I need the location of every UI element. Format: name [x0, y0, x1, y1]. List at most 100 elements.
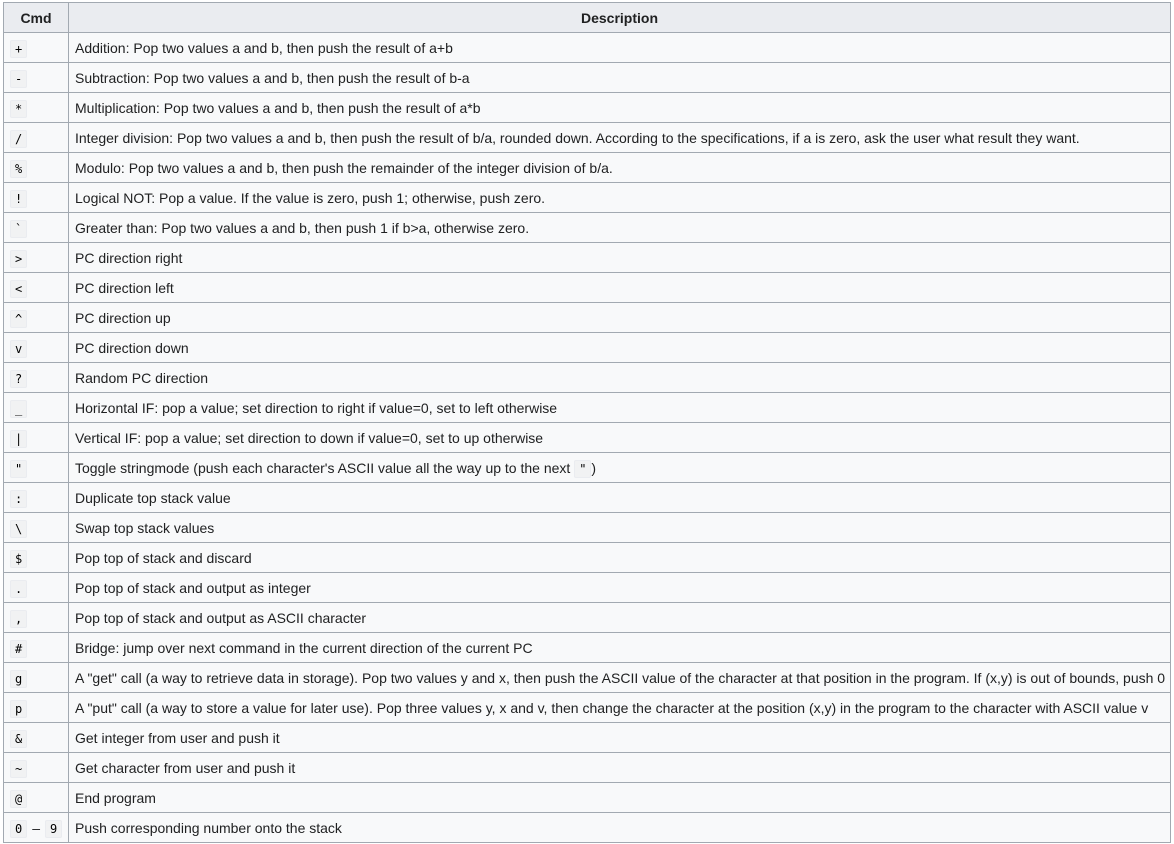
description-inline-code: "	[574, 459, 592, 478]
description-text: Random PC direction	[75, 369, 209, 386]
description-cell: Toggle stringmode (push each character's…	[68, 452, 1171, 483]
table-row: * Multiplication: Pop two values a and b,…	[3, 92, 1171, 123]
description-text: PC direction down	[75, 339, 189, 356]
cmd-cell: v	[3, 332, 69, 363]
description-text: A "put" call (a way to store a value for…	[75, 699, 1149, 716]
cmd-code: *	[10, 99, 28, 118]
description-cell: Pop top of stack and output as integer	[68, 572, 1171, 603]
description-text: Integer division: Pop two values a and b…	[75, 129, 1080, 146]
description-cell: Swap top stack values	[68, 512, 1171, 543]
table-row: ^ PC direction up	[3, 302, 1171, 333]
cmd-cell: ~	[3, 752, 69, 783]
cmd-cell: g	[3, 662, 69, 693]
cmd-code: #	[10, 639, 28, 658]
cmd-code: |	[10, 429, 28, 448]
cmd-cell: <	[3, 272, 69, 303]
description-text: PC direction up	[75, 309, 171, 326]
cmd-cell: -	[3, 62, 69, 93]
table-row: 0–9 Push corresponding number onto the st…	[3, 812, 1171, 843]
cmd-cell: 0–9	[3, 812, 69, 843]
description-text: Push corresponding number onto the stack	[75, 819, 342, 836]
cmd-code: ~	[10, 759, 28, 778]
table-row: _ Horizontal IF: pop a value; set directi…	[3, 392, 1171, 423]
description-cell: Pop top of stack and output as ASCII cha…	[68, 602, 1171, 633]
table-row: . Pop top of stack and output as integer	[3, 572, 1171, 603]
description-text: Duplicate top stack value	[75, 489, 231, 506]
description-cell: Horizontal IF: pop a value; set directio…	[68, 392, 1171, 423]
cmd-code: "	[10, 459, 28, 478]
description-text: A "get" call (a way to retrieve data in …	[75, 669, 1166, 686]
description-text: Greater than: Pop two values a and b, th…	[75, 219, 530, 236]
table-row: ! Logical NOT: Pop a value. If the value …	[3, 182, 1171, 213]
description-cell: Multiplication: Pop two values a and b, …	[68, 92, 1171, 123]
description-text: Get character from user and push it	[75, 759, 296, 776]
description-cell: A "get" call (a way to retrieve data in …	[68, 662, 1171, 693]
table-row: & Get integer from user and push it	[3, 722, 1171, 753]
cmd-cell: !	[3, 182, 69, 213]
range-separator: –	[32, 819, 41, 836]
cmd-code: $	[10, 549, 28, 568]
cmd-cell: +	[3, 32, 69, 63]
description-cell: Logical NOT: Pop a value. If the value i…	[68, 182, 1171, 213]
description-text: Get integer from user and push it	[75, 729, 280, 746]
description-text: Modulo: Pop two values a and b, then pus…	[75, 159, 613, 176]
cmd-code: +	[10, 39, 28, 58]
description-text: Toggle stringmode (push each character's…	[75, 459, 575, 476]
cmd-code: :	[10, 489, 28, 508]
description-text: Vertical IF: pop a value; set direction …	[75, 429, 544, 446]
table-row: @ End program	[3, 782, 1171, 813]
commands-table: Cmd Description + Addition: Pop two value…	[3, 2, 1171, 843]
cmd-cell: &	[3, 722, 69, 753]
cmd-code: >	[10, 249, 28, 268]
table-row: p A "put" call (a way to store a value fo…	[3, 692, 1171, 723]
description-text: Horizontal IF: pop a value; set directio…	[75, 399, 558, 416]
table-row: ~ Get character from user and push it	[3, 752, 1171, 783]
cmd-code: ^	[10, 309, 28, 328]
cmd-code: @	[10, 789, 28, 808]
cmd-cell: %	[3, 152, 69, 183]
cmd-code: ?	[10, 369, 28, 388]
description-cell: PC direction right	[68, 242, 1171, 273]
description-text: PC direction left	[75, 279, 174, 296]
cmd-code: %	[10, 159, 28, 178]
table-row: , Pop top of stack and output as ASCII ch…	[3, 602, 1171, 633]
cmd-code: /	[10, 129, 28, 148]
cmd-code-end: 9	[45, 819, 63, 838]
description-cell: A "put" call (a way to store a value for…	[68, 692, 1171, 723]
description-text: Multiplication: Pop two values a and b, …	[75, 99, 481, 116]
description-cell: Push corresponding number onto the stack	[68, 812, 1171, 843]
cmd-cell: `	[3, 212, 69, 243]
description-cell: Integer division: Pop two values a and b…	[68, 122, 1171, 153]
description-text: PC direction right	[75, 249, 183, 266]
cmd-cell: |	[3, 422, 69, 453]
cmd-cell: ,	[3, 602, 69, 633]
table-row: | Vertical IF: pop a value; set direction…	[3, 422, 1171, 453]
cmd-cell: $	[3, 542, 69, 573]
cmd-code: g	[10, 669, 28, 688]
table-row: % Modulo: Pop two values a and b, then pu…	[3, 152, 1171, 183]
description-cell: Get integer from user and push it	[68, 722, 1171, 753]
cmd-cell: ^	[3, 302, 69, 333]
header-description: Description	[68, 2, 1171, 33]
cmd-cell: @	[3, 782, 69, 813]
cmd-cell: .	[3, 572, 69, 603]
description-cell: Duplicate top stack value	[68, 482, 1171, 513]
cmd-code: -	[10, 69, 28, 88]
description-text-end: )	[591, 459, 597, 476]
cmd-cell: _	[3, 392, 69, 423]
description-text: Pop top of stack and output as integer	[75, 579, 311, 596]
description-cell: Pop top of stack and discard	[68, 542, 1171, 573]
cmd-code: p	[10, 699, 28, 718]
cmd-cell: /	[3, 122, 69, 153]
description-cell: Modulo: Pop two values a and b, then pus…	[68, 152, 1171, 183]
cmd-cell: ?	[3, 362, 69, 393]
description-text: End program	[75, 789, 156, 806]
header-row: Cmd Description	[3, 2, 1171, 33]
cmd-code: v	[10, 339, 28, 358]
description-cell: End program	[68, 782, 1171, 813]
cmd-code: <	[10, 279, 28, 298]
description-text: Subtraction: Pop two values a and b, the…	[75, 69, 470, 86]
description-cell: Bridge: jump over next command in the cu…	[68, 632, 1171, 663]
table-row: < PC direction left	[3, 272, 1171, 303]
table-row: " Toggle stringmode (push each character'…	[3, 452, 1171, 483]
